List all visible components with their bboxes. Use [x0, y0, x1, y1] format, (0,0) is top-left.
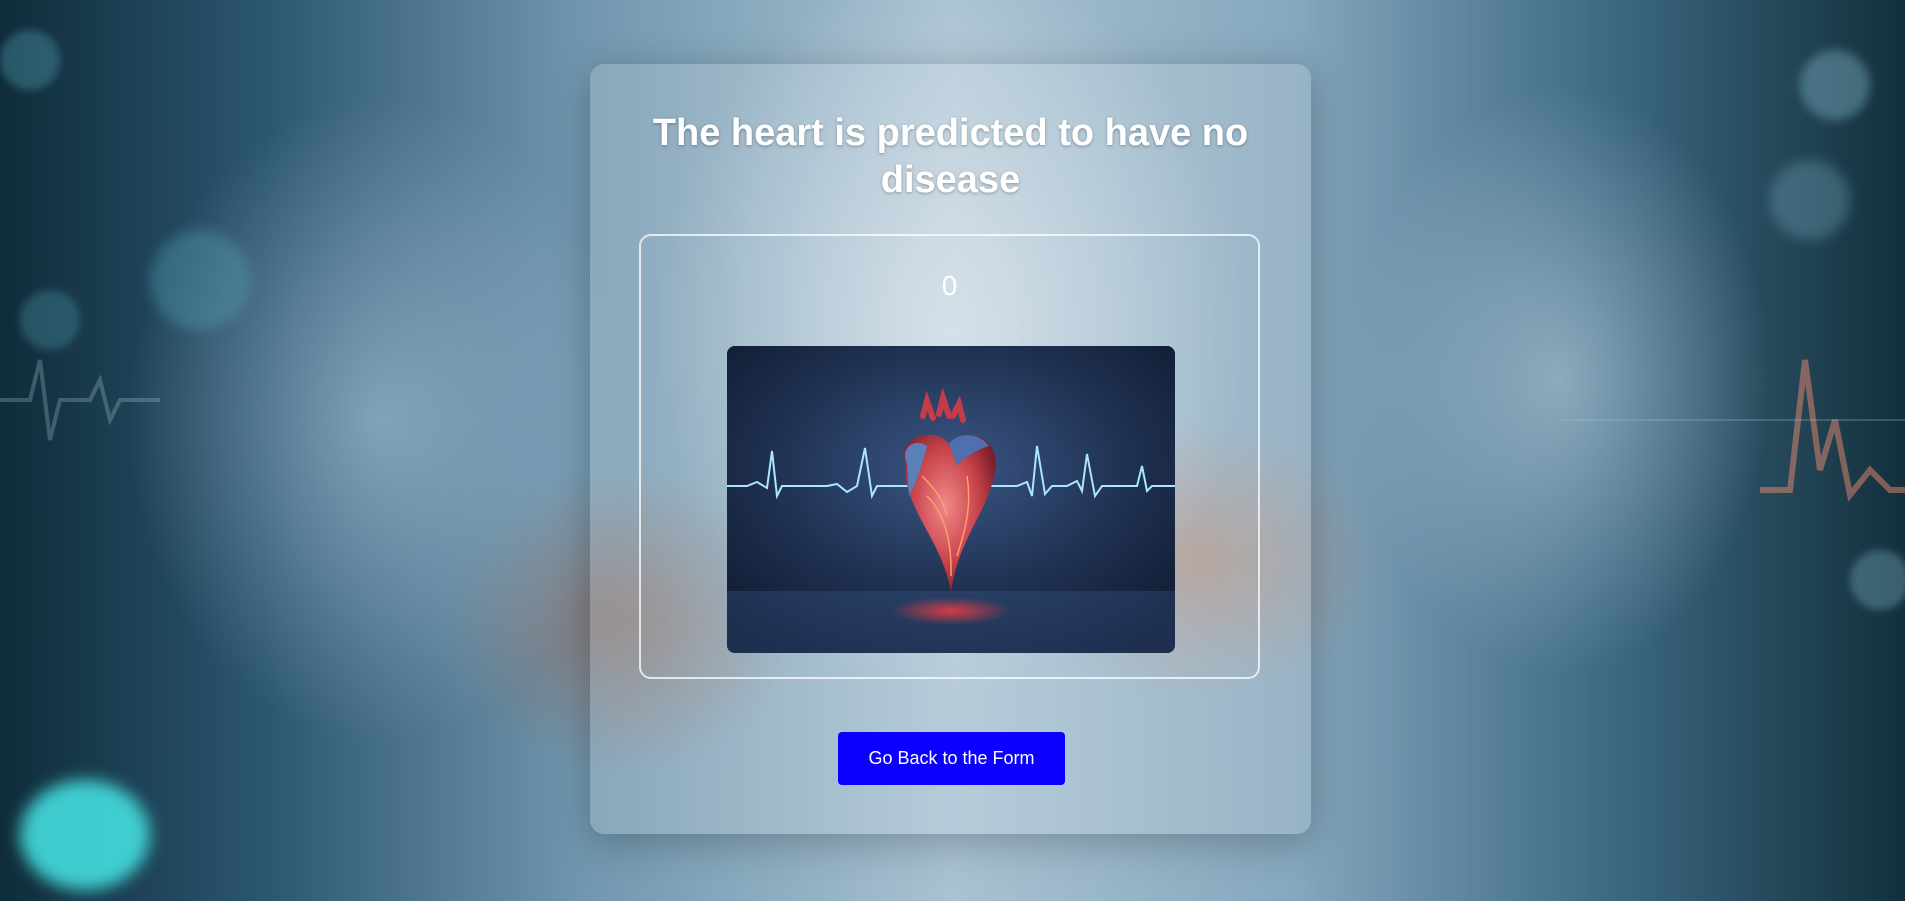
heart-image [727, 346, 1175, 653]
prediction-panel: 0 [639, 234, 1260, 679]
result-page: The heart is predicted to have no diseas… [0, 0, 1905, 901]
result-title: The heart is predicted to have no diseas… [652, 112, 1249, 201]
heart-illustration-icon [727, 346, 1175, 653]
result-card: The heart is predicted to have no diseas… [590, 64, 1311, 834]
back-to-form-button[interactable]: Go Back to the Form [838, 732, 1065, 785]
prediction-value: 0 [941, 270, 958, 301]
